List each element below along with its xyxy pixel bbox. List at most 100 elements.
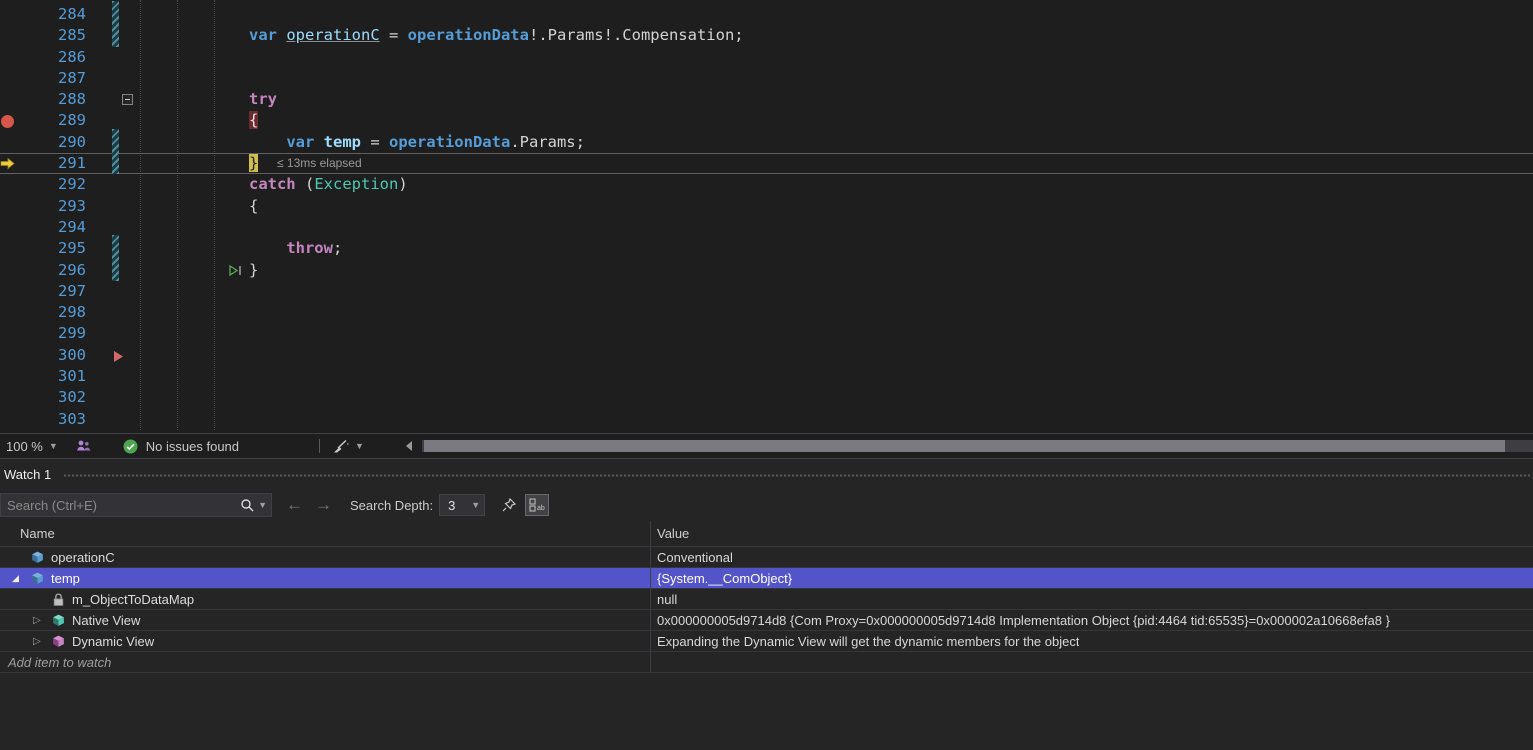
line-number[interactable]: 296 — [0, 260, 86, 281]
search-next-button[interactable]: → — [315, 495, 332, 515]
line-number[interactable]: 297 — [0, 281, 86, 302]
expanded-expander-icon[interactable]: ◢ — [12, 573, 30, 584]
chevron-down-icon[interactable]: ▼ — [355, 441, 364, 451]
code-line-287[interactable]: 287 — [0, 68, 1533, 89]
line-number[interactable]: 287 — [0, 68, 86, 89]
value-column-header[interactable]: Value — [650, 526, 689, 541]
title-grip-dots — [63, 473, 1531, 477]
pin-icon — [502, 497, 517, 512]
scroll-left-button[interactable] — [404, 440, 414, 452]
line-number[interactable]: 295 — [0, 238, 86, 259]
line-number[interactable]: 300 — [0, 345, 86, 366]
check-circle-icon — [123, 439, 138, 453]
line-number[interactable]: 299 — [0, 323, 86, 344]
add-item-label[interactable]: Add item to watch — [0, 652, 650, 672]
line-number[interactable]: 293 — [0, 196, 86, 217]
watch-row-Native View[interactable]: ▷ Native View 0x000000005d9714d8 {Com Pro… — [0, 610, 1533, 631]
code-line-288[interactable]: 288 try — [0, 89, 1533, 110]
watch-row-m_ObjectToDataMap[interactable]: m_ObjectToDataMap null — [0, 589, 1533, 610]
scrollbar-thumb[interactable] — [423, 440, 1505, 452]
line-number[interactable]: 292 — [0, 174, 86, 195]
line-number[interactable]: 303 — [0, 409, 86, 430]
line-number[interactable]: 298 — [0, 302, 86, 323]
collapsed-expander-icon[interactable]: ▷ — [33, 615, 51, 626]
changed-lines-bar — [112, 1, 119, 47]
search-input[interactable]: Search (Ctrl+E) ▼ — [0, 493, 272, 517]
watch-name: Dynamic View — [72, 633, 155, 649]
code-cleanup-button[interactable] — [332, 439, 349, 454]
breakpoint-icon[interactable] — [1, 114, 14, 128]
code-line-294[interactable]: 294 — [0, 217, 1533, 238]
line-number[interactable]: 286 — [0, 47, 86, 68]
code-line-295[interactable]: 295 throw; — [0, 238, 1533, 259]
line-number[interactable]: 302 — [0, 387, 86, 408]
code-line-299[interactable]: 299 — [0, 323, 1533, 344]
watch-rows: operationC Conventional ◢ temp {System.__Co… — [0, 547, 1533, 673]
code-line-293[interactable]: 293 { — [0, 196, 1533, 217]
health-indicator[interactable] — [123, 439, 138, 454]
code-line-290[interactable]: 290 var temp = operationData.Params; — [0, 132, 1533, 153]
line-number[interactable]: 285 — [0, 25, 86, 46]
column-divider[interactable] — [650, 521, 651, 673]
line-number[interactable]: 284 — [0, 4, 86, 25]
code-line-301[interactable]: 301 — [0, 366, 1533, 387]
horizontal-scrollbar[interactable] — [421, 440, 1533, 452]
code-line-302[interactable]: 302 — [0, 387, 1533, 408]
run-to-cursor-icon[interactable] — [228, 264, 244, 277]
changed-lines-bar — [112, 235, 119, 281]
code-cleanup-broom-icon — [334, 439, 349, 452]
pin-properties-button[interactable] — [501, 497, 517, 513]
chevron-down-icon[interactable]: ▼ — [49, 441, 58, 451]
code-line-291[interactable]: 291 } ≤ 13ms elapsed — [0, 153, 1533, 175]
code-line-300[interactable]: 300 — [0, 345, 1533, 366]
code-line-286[interactable]: 286 — [0, 47, 1533, 68]
watch-name: temp — [51, 570, 80, 586]
raw-view-toggle-button[interactable]: ab — [525, 494, 550, 516]
feedback-button[interactable] — [76, 439, 91, 453]
code-line-285[interactable]: 285 var operationC = operationData!.Para… — [0, 25, 1533, 46]
zoom-level[interactable]: 100 % — [6, 439, 43, 454]
search-depth-value: 3 — [448, 497, 456, 513]
changed-lines-bar — [112, 128, 119, 175]
watch-add-row[interactable]: Add item to watch — [0, 652, 1533, 673]
line-number[interactable]: 290 — [0, 132, 86, 153]
lock-icon — [53, 593, 64, 606]
native-view-icon — [53, 614, 64, 626]
line-number[interactable]: 288 — [0, 89, 86, 110]
search-icon[interactable] — [240, 498, 255, 513]
name-column-header[interactable]: Name — [0, 526, 650, 541]
feedback-person-icon — [76, 440, 90, 451]
line-number[interactable]: 301 — [0, 366, 86, 387]
watch-row-temp[interactable]: ◢ temp {System.__ComObject} — [0, 568, 1533, 589]
divider — [319, 439, 321, 453]
fold-collapse-box[interactable] — [122, 94, 133, 106]
watch-title: Watch 1 — [4, 466, 52, 482]
collapsed-expander-icon[interactable]: ▷ — [33, 636, 51, 647]
raw-view-icon: ab — [529, 498, 545, 512]
watch-value: 0x000000005d9714d8 {Com Proxy=0x00000000… — [657, 612, 1390, 628]
code-line-303[interactable]: 303 — [0, 409, 1533, 430]
code-line-289[interactable]: 289 { — [0, 110, 1533, 131]
watch-name: operationC — [51, 549, 115, 565]
code-line-297[interactable]: 297 — [0, 281, 1533, 302]
watch-grid: Name Value operationC Conventional ◢ temp {… — [0, 521, 1533, 673]
code-line-298[interactable]: 298 — [0, 302, 1533, 323]
line-number[interactable]: 294 — [0, 217, 86, 238]
search-options-chevron-icon[interactable]: ▼ — [258, 500, 267, 510]
current-statement-arrow-icon — [0, 157, 15, 170]
code-line-292[interactable]: 292 catch (Exception) — [0, 174, 1533, 195]
chevron-down-icon: ▼ — [471, 500, 481, 510]
svg-text:ab: ab — [537, 505, 545, 512]
issues-status-label[interactable]: No issues found — [146, 439, 239, 454]
tracepoint-arrow-icon[interactable] — [113, 350, 124, 363]
code-line-284[interactable]: 284 — [0, 4, 1533, 25]
watch-name: m_ObjectToDataMap — [72, 591, 195, 607]
watch-row-operationC[interactable]: operationC Conventional — [0, 547, 1533, 568]
watch-column-headers: Name Value — [0, 521, 1533, 547]
watch-title-bar[interactable]: Watch 1 — [0, 459, 1533, 489]
search-depth-select[interactable]: 3 ▼ — [439, 494, 486, 516]
code-editor[interactable]: 284 285 var operationC = operationData!.P… — [0, 0, 1533, 433]
search-prev-button[interactable]: ← — [286, 495, 303, 515]
editor-status-bar: 100 % ▼ No issues found ▼ — [0, 433, 1533, 458]
watch-row-Dynamic View[interactable]: ▷ Dynamic View Expanding the Dynamic View… — [0, 631, 1533, 652]
